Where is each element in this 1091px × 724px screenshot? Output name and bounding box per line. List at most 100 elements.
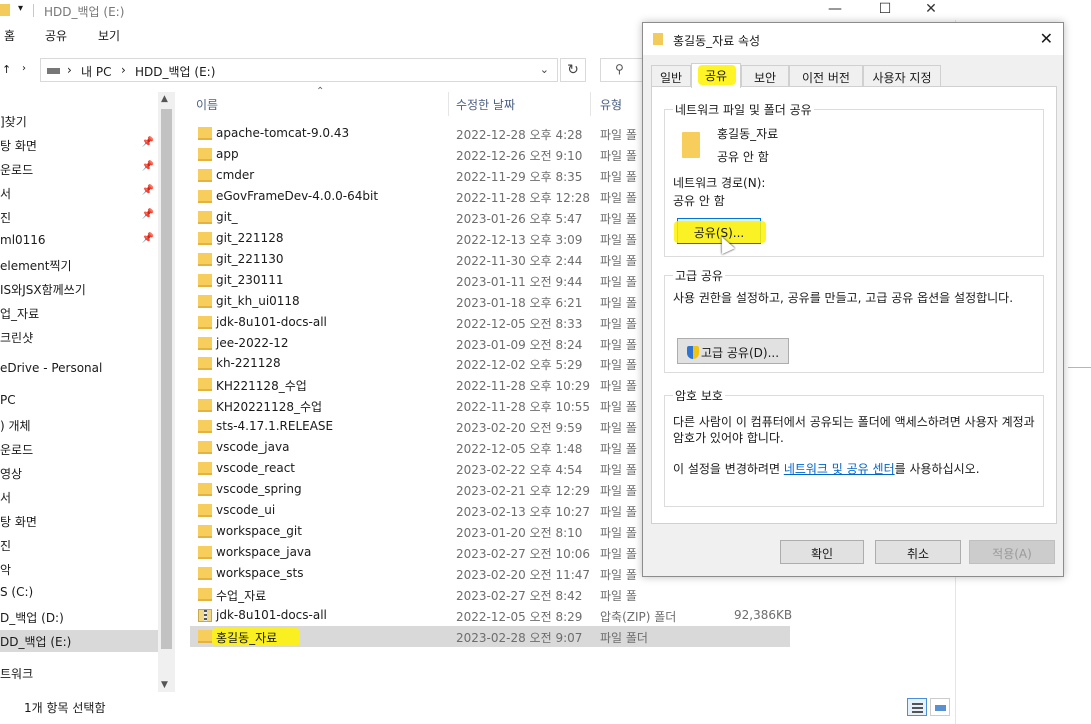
network-sharing-center-link[interactable]: 네트워크 및 공유 센터 bbox=[784, 462, 895, 476]
table-row[interactable]: 수업_자료 2023-02-27 오전 8:42 파일 폴 bbox=[190, 584, 790, 605]
refresh-button[interactable]: ↻ bbox=[560, 58, 586, 82]
folder-icon bbox=[198, 629, 212, 643]
breadcrumb-drive[interactable]: HDD_백업 (E:) bbox=[135, 63, 215, 80]
table-row[interactable]: jdk-8u101-docs-all 2022-12-05 오전 8:29 압축(Z… bbox=[190, 605, 792, 626]
sidebar-item[interactable]: D_백업 (D:) bbox=[0, 606, 158, 628]
breadcrumb-sep: › bbox=[67, 63, 72, 77]
table-row[interactable]: 홍길동_자료 2023-02-28 오전 9:07 파일 폴더 bbox=[190, 625, 790, 647]
sidebar-item[interactable]: 운로드 📌 bbox=[0, 158, 158, 180]
sidebar-item[interactable]: 운로드 bbox=[0, 438, 158, 460]
minimize-icon[interactable]: — bbox=[812, 1, 858, 17]
sidebar-item[interactable]: element찍기 bbox=[0, 254, 158, 276]
sidebar-item-label: element찍기 bbox=[0, 259, 72, 273]
sidebar-item-label: 크린샷 bbox=[0, 331, 34, 345]
cancel-button[interactable]: 취소 bbox=[875, 540, 961, 564]
pin-icon[interactable]: 📌 bbox=[142, 137, 154, 148]
scroll-thumb[interactable] bbox=[161, 109, 172, 649]
chevron-right-icon[interactable]: › bbox=[22, 63, 26, 74]
sidebar-item[interactable]: IS와JSX함께쓰기 bbox=[0, 278, 158, 300]
column-divider[interactable] bbox=[590, 92, 591, 116]
tab-general[interactable]: 일반 bbox=[651, 65, 691, 87]
sidebar-item[interactable]: 영상 bbox=[0, 462, 158, 484]
pin-icon[interactable]: 📌 bbox=[142, 209, 154, 220]
sidebar-item[interactable]: 악 bbox=[0, 558, 158, 580]
file-type: 파일 폴 bbox=[600, 232, 637, 247]
apply-button[interactable]: 적용(A) bbox=[969, 540, 1055, 564]
sidebar-item[interactable]: 탕 화면 bbox=[0, 510, 158, 532]
ribbon-tab-share[interactable]: 공유 bbox=[45, 27, 67, 44]
maximize-icon[interactable]: ☐ bbox=[862, 1, 908, 17]
sidebar-item[interactable]: 업_자료 bbox=[0, 302, 158, 324]
sidebar-item[interactable]: 트워크 bbox=[0, 662, 158, 684]
change-prefix: 이 설정을 변경하려면 bbox=[673, 462, 784, 476]
file-date: 2022-11-29 오후 8:35 bbox=[456, 169, 583, 184]
column-divider[interactable] bbox=[448, 92, 449, 116]
close-icon[interactable]: ✕ bbox=[908, 1, 954, 17]
ribbon-tab-home[interactable]: 홈 bbox=[4, 27, 15, 44]
sidebar-item[interactable]: 크린샷 bbox=[0, 326, 158, 348]
column-header-name[interactable]: 이름 bbox=[196, 96, 218, 113]
chevron-down-icon[interactable]: ⌄ bbox=[540, 63, 549, 76]
file-date: 2023-02-13 오후 10:27 bbox=[456, 505, 591, 520]
tab-sharing[interactable]: 공유 bbox=[691, 63, 741, 88]
tab-sharing-label: 공유 bbox=[704, 69, 728, 83]
sidebar-item-label: 업_자료 bbox=[0, 307, 40, 321]
zip-folder-icon bbox=[198, 608, 212, 622]
sidebar-item[interactable]: PC bbox=[0, 390, 158, 412]
sidebar-item-label: ]찾기 bbox=[0, 115, 27, 129]
sidebar-item[interactable]: ]찾기 bbox=[0, 110, 158, 132]
address-bar[interactable]: › 내 PC › HDD_백업 (E:) ⌄ bbox=[40, 58, 558, 82]
sidebar-item[interactable]: ml0116 📌 bbox=[0, 230, 158, 252]
scroll-down-icon[interactable]: ▼ bbox=[161, 680, 168, 690]
large-icons-view-button[interactable] bbox=[930, 698, 950, 716]
file-name: git_ bbox=[216, 209, 238, 224]
column-header-type[interactable]: 유형 bbox=[600, 96, 622, 113]
details-view-button[interactable] bbox=[907, 698, 927, 716]
pin-icon[interactable]: 📌 bbox=[142, 161, 154, 172]
sidebar-item[interactable]: 진 📌 bbox=[0, 206, 158, 228]
folder-icon bbox=[198, 147, 212, 161]
window-title: HDD_백업 (E:) bbox=[44, 5, 125, 19]
quick-access-dropdown-icon[interactable]: ▾ bbox=[18, 3, 23, 14]
up-arrow-icon[interactable]: ↑ bbox=[2, 63, 11, 76]
password-protection-group: 암호 보호 다른 사람이 이 컴퓨터에서 공유되는 폴더에 액세스하려면 사용자… bbox=[664, 387, 1044, 507]
file-type: 파일 폴 bbox=[600, 505, 637, 520]
file-name: workspace_sts bbox=[216, 565, 304, 580]
pin-icon[interactable]: 📌 bbox=[142, 233, 154, 244]
file-type: 파일 폴 bbox=[600, 316, 637, 331]
sidebar-item[interactable]: 진 bbox=[0, 534, 158, 556]
group-title: 암호 보호 bbox=[673, 387, 725, 404]
folder-icon bbox=[198, 378, 212, 392]
ok-button[interactable]: 확인 bbox=[780, 540, 864, 564]
file-name: vscode_spring bbox=[216, 482, 302, 497]
file-type: 파일 폴 bbox=[600, 211, 637, 226]
file-date: 2023-02-22 오후 4:54 bbox=[456, 463, 583, 478]
column-header-date[interactable]: 수정한 날짜 bbox=[456, 96, 515, 113]
sidebar-item[interactable]: DD_백업 (E:) bbox=[0, 630, 158, 652]
file-name: 홍길동_자료 bbox=[216, 630, 278, 645]
advanced-sharing-button[interactable]: 고급 공유(D)... bbox=[677, 338, 789, 364]
breadcrumb-this-pc[interactable]: 내 PC bbox=[81, 63, 111, 80]
sidebar-item-label: ) 개체 bbox=[0, 419, 31, 433]
tab-previous-versions[interactable]: 이전 버전 bbox=[789, 65, 863, 87]
file-name: sts-4.17.1.RELEASE bbox=[216, 419, 334, 434]
sidebar-item[interactable]: 서 bbox=[0, 486, 158, 508]
nav-scrollbar[interactable]: ▲ ▼ bbox=[158, 92, 175, 692]
file-type: 파일 폴 bbox=[600, 400, 637, 415]
file-type: 파일 폴 bbox=[600, 442, 637, 457]
tab-security[interactable]: 보안 bbox=[741, 65, 789, 87]
folder-icon bbox=[198, 315, 212, 329]
sidebar-item[interactable]: 탕 화면 📌 bbox=[0, 134, 158, 156]
file-type: 파일 폴 bbox=[600, 463, 637, 478]
tab-customize[interactable]: 사용자 지정 bbox=[863, 65, 941, 87]
ribbon-tab-view[interactable]: 보기 bbox=[98, 27, 120, 44]
pin-icon[interactable]: 📌 bbox=[142, 185, 154, 196]
scroll-up-icon[interactable]: ▲ bbox=[161, 94, 168, 104]
sidebar-item[interactable]: eDrive - Personal bbox=[0, 358, 158, 380]
sidebar-item-label: DD_백업 (E:) bbox=[0, 635, 72, 649]
sidebar-item[interactable]: 서 📌 bbox=[0, 182, 158, 204]
network-path-value: 공유 안 함 bbox=[673, 194, 725, 208]
sidebar-item[interactable]: ) 개체 bbox=[0, 414, 158, 436]
close-icon[interactable]: ✕ bbox=[1040, 29, 1053, 48]
sidebar-item[interactable]: S (C:) bbox=[0, 582, 158, 604]
